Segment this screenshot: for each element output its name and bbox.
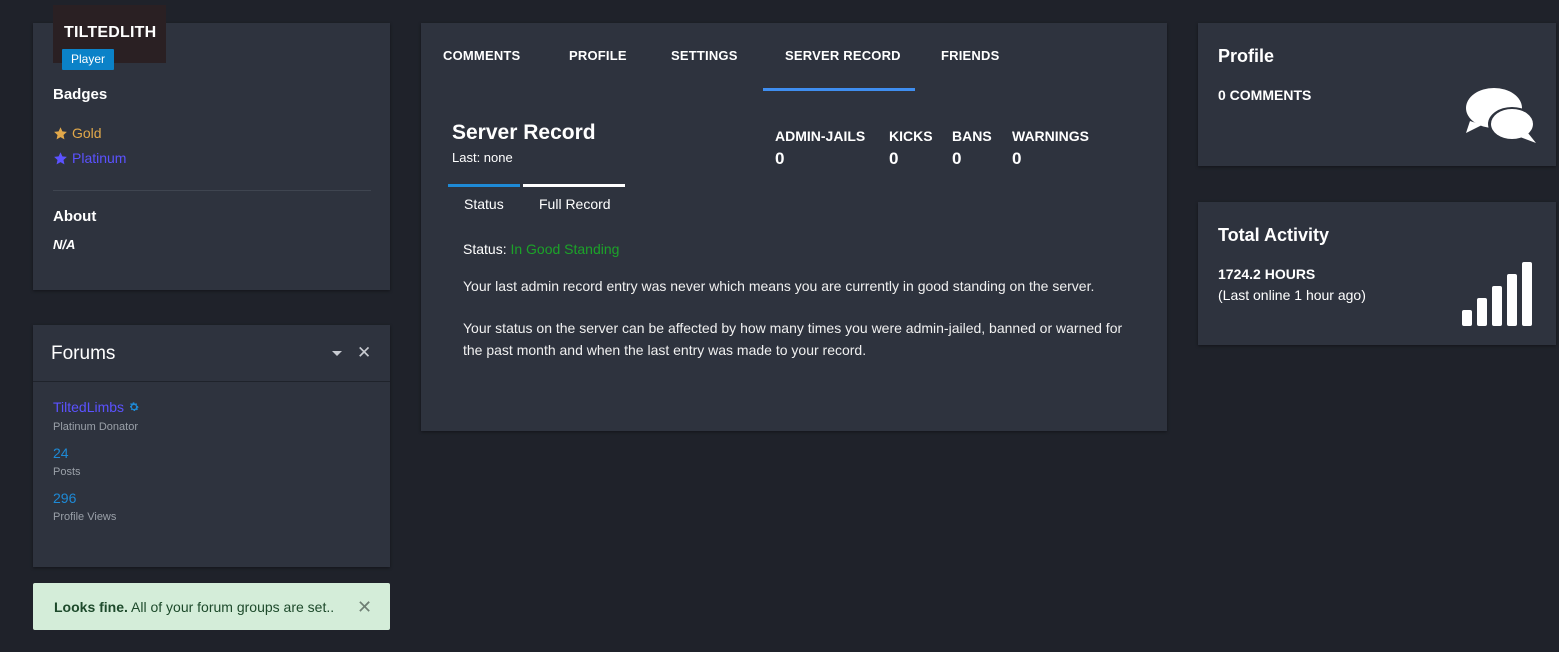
status-value: In Good Standing (510, 241, 620, 257)
profile-summary-card: Profile 0 COMMENTS (1198, 23, 1556, 166)
about-value: N/A (53, 237, 76, 252)
close-icon[interactable]: ✕ (357, 343, 371, 363)
alert-strong: Looks fine. (54, 599, 128, 615)
total-activity-card: Total Activity 1724.2 HOURS (Last online… (1198, 202, 1556, 345)
comments-count: 0 COMMENTS (1218, 87, 1312, 103)
status-line: Status: In Good Standing (463, 241, 619, 257)
caret-down-icon[interactable] (331, 347, 343, 359)
alert-message: All of your forum groups are set.. (127, 599, 335, 615)
success-alert: Looks fine. All of your forum groups are… (33, 583, 390, 630)
forums-card: Forums ✕ TiltedLimbs Platinum Donator 24… (33, 325, 390, 567)
role-badge: Player (62, 49, 115, 70)
tab-server-record[interactable]: SERVER RECORD (785, 48, 901, 63)
stat-label-kicks: KICKS (889, 128, 933, 144)
alert-text: Looks fine. All of your forum groups are… (54, 599, 334, 615)
server-record-title: Server Record (452, 121, 596, 144)
record-paragraph-2: Your status on the server can be affecte… (463, 320, 1123, 358)
badges-title: Badges (53, 86, 108, 103)
star-icon (54, 151, 67, 164)
divider (53, 190, 371, 191)
tab-profile[interactable]: PROFILE (569, 48, 627, 63)
forums-title: Forums (51, 343, 116, 364)
gear-icon (130, 402, 139, 412)
forums-header: Forums ✕ (33, 325, 390, 382)
stat-label-warnings: WARNINGS (1012, 128, 1089, 144)
forum-user-link[interactable]: TiltedLimbs (53, 399, 140, 415)
subtab-status[interactable]: Status (448, 184, 520, 214)
stat-value-bans: 0 (952, 149, 962, 168)
subtab-status-label[interactable]: Status (464, 196, 504, 212)
server-record-last: Last: none (452, 150, 513, 165)
tab-friends[interactable]: FRIENDS (941, 48, 999, 63)
star-icon (54, 126, 67, 139)
total-activity-title: Total Activity (1218, 225, 1330, 245)
badge-gold: Gold (53, 125, 102, 141)
forum-user-rank: Platinum Donator (53, 421, 138, 433)
main-panel: COMMENTS PROFILE SETTINGS SERVER RECORD … (421, 23, 1167, 431)
profile-card: TILTEDLITH Player Badges Gold Platinum A… (33, 5, 390, 290)
record-paragraph-1: Your last admin record entry was never w… (463, 278, 1095, 294)
tab-comments[interactable]: COMMENTS (443, 48, 520, 63)
tab-settings[interactable]: SETTINGS (671, 48, 738, 63)
badge-platinum: Platinum (53, 150, 126, 166)
close-icon[interactable]: ✕ (357, 597, 372, 618)
profile-views-label: Profile Views (53, 511, 117, 523)
badge-label: Gold (72, 125, 102, 141)
signal-bars-icon (1462, 262, 1532, 326)
posts-label: Posts (53, 466, 81, 478)
stat-value-warnings: 0 (1012, 149, 1022, 168)
last-online: (Last online 1 hour ago) (1218, 287, 1366, 303)
badge-label: Platinum (72, 150, 127, 166)
stat-value-admin-jails: 0 (775, 149, 785, 168)
subtab-full-record-label[interactable]: Full Record (539, 196, 611, 212)
comments-icon (1466, 88, 1536, 143)
stat-label-bans: BANS (952, 128, 992, 144)
stat-value-kicks: 0 (889, 149, 899, 168)
subtab-indicator (523, 184, 625, 187)
active-tab-indicator (763, 88, 915, 91)
activity-hours: 1724.2 HOURS (1218, 266, 1316, 282)
main-tabs: COMMENTS PROFILE SETTINGS SERVER RECORD … (421, 23, 1167, 91)
posts-count[interactable]: 24 (53, 445, 69, 461)
forum-username[interactable]: TiltedLimbs (53, 399, 124, 415)
about-title: About (53, 208, 97, 225)
subtab-indicator (448, 184, 520, 187)
profile-views-count[interactable]: 296 (53, 490, 76, 506)
subtab-full-record[interactable]: Full Record (523, 184, 625, 214)
profile-summary-title: Profile (1218, 46, 1275, 66)
stat-label-admin-jails: ADMIN-JAILS (775, 128, 866, 144)
status-label: Status: (463, 241, 511, 257)
username: TILTEDLITH (64, 24, 157, 41)
